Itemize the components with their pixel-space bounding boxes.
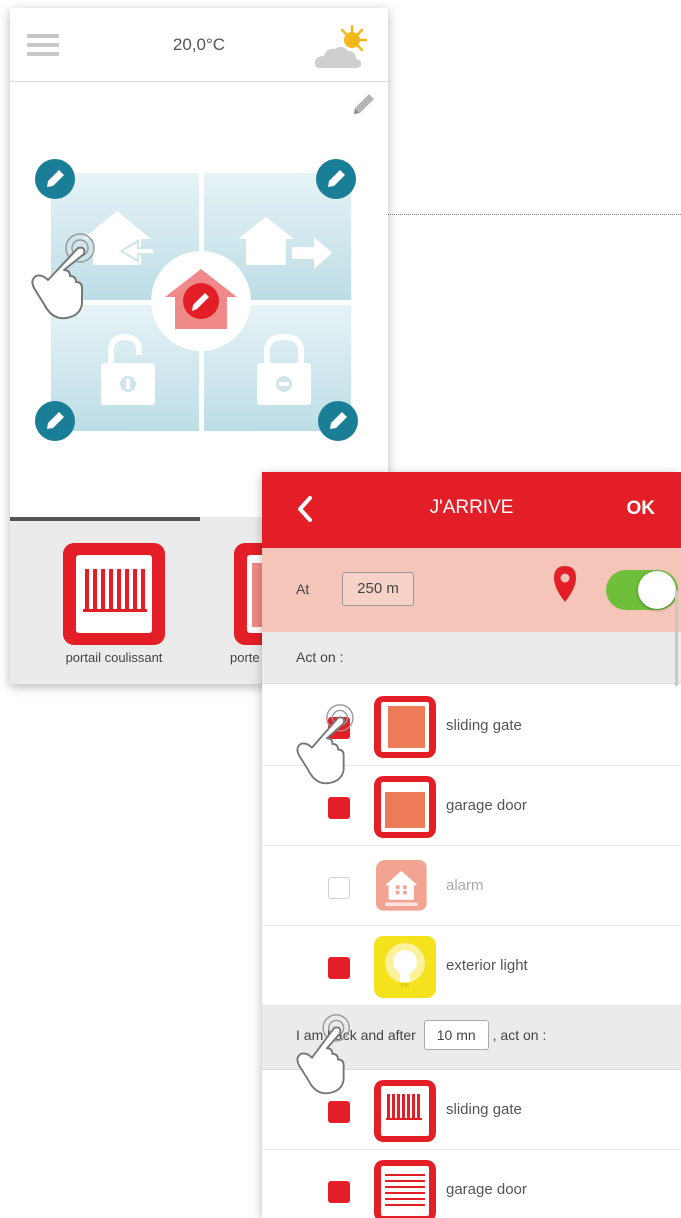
connector-line — [388, 214, 681, 215]
edit-pencil-icon[interactable] — [350, 90, 378, 118]
sliding-gate-icon — [76, 555, 152, 633]
garage-door-icon — [374, 776, 436, 838]
distance-input[interactable]: 250 m — [342, 572, 414, 606]
checkbox[interactable] — [328, 1101, 350, 1123]
checkbox[interactable] — [328, 797, 350, 819]
back-suffix: , act on : — [492, 1027, 547, 1043]
unlock-icon — [101, 333, 155, 405]
device-label-door: porte — [230, 650, 260, 665]
pencil-icon — [330, 412, 347, 429]
partly-sunny-icon — [314, 24, 368, 68]
device-tile-sliding-gate[interactable] — [63, 543, 165, 645]
light-bulb-icon — [374, 936, 436, 998]
scenario-header: J'ARRIVE OK — [262, 472, 681, 548]
checkbox[interactable] — [328, 957, 350, 979]
item-label: alarm — [446, 877, 484, 894]
pencil-icon — [328, 170, 345, 187]
location-pin-icon — [554, 566, 576, 602]
app-header: 20,0°C — [10, 8, 388, 82]
list-item[interactable]: exterior light — [262, 926, 681, 1006]
house-leave-icon — [238, 217, 332, 269]
lock-icon — [257, 333, 311, 405]
item-label: garage door — [446, 1181, 527, 1198]
tap-hand-icon — [31, 233, 95, 320]
geofence-toggle[interactable] — [606, 570, 678, 610]
delay-input[interactable]: 10 mn — [423, 1020, 489, 1050]
pencil-icon — [47, 170, 64, 187]
at-label: At — [296, 581, 310, 597]
scenario-screen: J'ARRIVE OK At 250 m Act on : sliding ga… — [262, 472, 681, 1218]
edit-leave-button[interactable] — [316, 159, 356, 199]
act-on-header: Act on : — [262, 632, 681, 684]
item-label: exterior light — [446, 957, 528, 974]
center-mode-button[interactable] — [151, 251, 251, 351]
item-label: sliding gate — [446, 1101, 522, 1118]
list-item[interactable]: alarm — [262, 846, 681, 926]
edit-arrive-button[interactable] — [35, 159, 75, 199]
checkbox[interactable] — [328, 1181, 350, 1203]
ok-button[interactable]: OK — [627, 498, 656, 520]
checkbox[interactable] — [328, 877, 350, 899]
scenario-title: J'ARRIVE — [429, 497, 514, 518]
sliding-gate-icon — [374, 696, 436, 758]
edit-unlock-button[interactable] — [35, 401, 75, 441]
pencil-icon — [47, 412, 64, 429]
house-edit-icon — [165, 269, 237, 329]
sliding-gate-icon — [374, 1080, 436, 1142]
item-label: garage door — [446, 797, 527, 814]
tap-hand-icon — [296, 1014, 350, 1095]
act-on-label: Act on : — [296, 649, 344, 665]
distance-bar: At 250 m — [262, 548, 681, 632]
device-label-sliding-gate: portail coulissant — [65, 650, 163, 665]
garage-door-icon — [374, 1160, 436, 1218]
list-item[interactable]: garage door — [262, 1150, 681, 1218]
item-label: sliding gate — [446, 717, 522, 734]
tap-hand-icon — [296, 704, 354, 785]
edit-lock-button[interactable] — [318, 401, 358, 441]
alarm-icon — [376, 860, 427, 911]
toggle-knob — [638, 571, 676, 609]
